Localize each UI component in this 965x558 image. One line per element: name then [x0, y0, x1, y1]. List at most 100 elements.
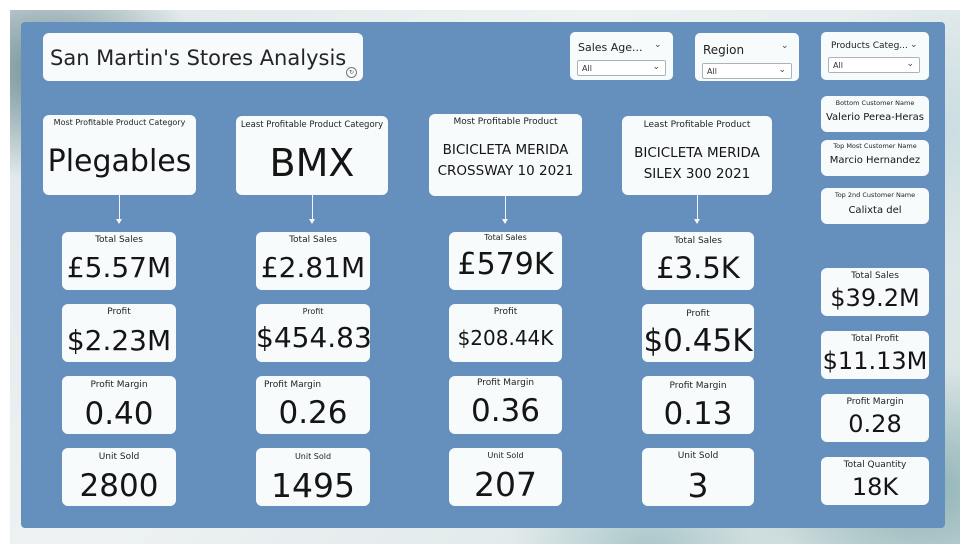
- refresh-info-icon[interactable]: ↻: [346, 67, 357, 78]
- card-label: Unit Sold: [294, 452, 332, 461]
- card-value-line1: BICICLETA MERIDA: [634, 145, 760, 161]
- card-value: 0.40: [84, 396, 154, 432]
- card-value: 3: [687, 466, 709, 505]
- card-label: Unit Sold: [677, 451, 719, 461]
- card-label: Total Sales: [289, 235, 337, 245]
- unit-sold-card: Unit Sold 207: [449, 448, 562, 506]
- card-label: Top 2nd Customer Name: [834, 191, 916, 199]
- card-value: 0.13: [663, 396, 733, 432]
- card-label: Total Sales: [95, 235, 143, 245]
- card-label: Total Profit: [851, 334, 899, 344]
- chevron-down-icon: ⌄: [906, 59, 914, 69]
- card-label: Profit: [493, 307, 518, 317]
- arrow-down-icon: [502, 219, 508, 224]
- total-sales-card: Total Sales £3.5K: [642, 232, 754, 290]
- slicer-title: Sales Age...: [578, 41, 643, 54]
- card-value: £3.5K: [656, 251, 740, 285]
- card-value-line2: SILEX 300 2021: [643, 166, 751, 182]
- total-sales-card: Total Sales £5.57M: [62, 232, 176, 290]
- total-sales-card: Total Sales £2.81M: [256, 232, 370, 290]
- slicer-value: All: [707, 67, 717, 76]
- profit-card: Profit $2.23M: [62, 304, 176, 362]
- overall-profit-margin-card: Profit Margin 0.28: [821, 394, 929, 442]
- card-value: 207: [474, 465, 537, 504]
- arrow-down-icon: [694, 219, 700, 224]
- profit-card: Profit $454.83: [256, 304, 372, 362]
- chevron-down-icon: ⌄: [778, 65, 786, 75]
- connector-line: [505, 196, 506, 221]
- card-label: Profit: [686, 309, 710, 319]
- slicer-value: All: [833, 61, 843, 70]
- card-label: Total Quantity: [843, 460, 907, 470]
- connector-line: [119, 195, 120, 221]
- card-value: Plegables: [47, 144, 192, 179]
- report-title-card: San Martin's Stores Analysis ↻: [43, 33, 363, 81]
- chevron-down-icon[interactable]: ⌄: [781, 41, 789, 51]
- connector-line: [312, 195, 313, 221]
- card-label: Most Profitable Product Category: [53, 118, 186, 127]
- card-label: Profit Margin: [264, 380, 322, 390]
- card-label: Profit: [302, 307, 324, 316]
- total-sales-card: Total Sales £579K: [449, 232, 562, 290]
- card-label: Profit: [107, 307, 131, 317]
- card-value: Calixta del: [848, 205, 902, 216]
- slicer-dropdown[interactable]: All ⌄: [828, 57, 920, 73]
- overall-total-quantity-card: Total Quantity 18K: [821, 457, 929, 505]
- connector-line: [697, 195, 698, 221]
- profit-margin-card: Profit Margin 0.40: [62, 376, 176, 434]
- card-label: Profit Margin: [476, 378, 535, 388]
- card-label: Unit Sold: [98, 452, 140, 462]
- card-value: Marcio Hernandez: [829, 155, 921, 166]
- top-customer-card: Top Most Customer Name Marcio Hernandez: [821, 140, 929, 176]
- card-label: Least Profitable Product: [643, 120, 751, 130]
- profit-margin-card: Profit Margin 0.13: [642, 376, 754, 434]
- card-label: Total Sales: [851, 271, 899, 281]
- card-label: Profit Margin: [846, 397, 904, 407]
- arrow-down-icon: [116, 219, 122, 224]
- card-label: Profit Margin: [90, 380, 148, 390]
- top-2nd-customer-card: Top 2nd Customer Name Calixta del: [821, 188, 929, 224]
- card-value: BMX: [269, 141, 355, 185]
- profit-card: Profit $0.45K: [642, 304, 754, 362]
- slicer-dropdown[interactable]: All ⌄: [702, 63, 792, 79]
- chevron-down-icon[interactable]: ⌄: [910, 40, 918, 50]
- card-value: £579K: [457, 247, 554, 282]
- card-value-line2: CROSSWAY 10 2021: [437, 163, 574, 179]
- most-profitable-category-card: Most Profitable Product Category Plegabl…: [43, 115, 196, 195]
- unit-sold-card: Unit Sold 1495: [256, 448, 370, 506]
- arrow-down-icon: [309, 219, 315, 224]
- slicer-dropdown[interactable]: All ⌄: [577, 60, 666, 76]
- card-label: Bottom Customer Name: [835, 99, 915, 107]
- card-value: $208.44K: [457, 326, 554, 350]
- overall-total-sales-card: Total Sales $39.2M: [821, 268, 929, 316]
- slicer-value: All: [582, 64, 592, 73]
- overall-total-profit-card: Total Profit $11.13M: [821, 331, 929, 379]
- least-profitable-product-card: Least Profitable Product BICICLETA MERID…: [622, 116, 772, 195]
- slicer-product-category[interactable]: Products Categ... ⌄ All ⌄: [821, 32, 929, 80]
- bottom-customer-card: Bottom Customer Name Valerio Perea-Heras: [821, 96, 929, 132]
- unit-sold-card: Unit Sold 3: [642, 448, 754, 506]
- card-value: 0.28: [848, 410, 902, 438]
- slicer-title: Region: [703, 43, 745, 57]
- card-value: 18K: [851, 473, 899, 501]
- card-value: £2.81M: [260, 251, 366, 284]
- chevron-down-icon[interactable]: ⌄: [654, 40, 662, 50]
- slicer-region[interactable]: Region ⌄ All ⌄: [695, 33, 799, 81]
- card-value: 2800: [79, 468, 159, 504]
- profit-margin-card: Profit Margin 0.36: [449, 376, 562, 434]
- card-value-line1: BICICLETA MERIDA: [442, 142, 569, 158]
- profit-margin-card: Profit Margin 0.26: [256, 376, 370, 434]
- unit-sold-card: Unit Sold 2800: [62, 448, 176, 506]
- profit-card: Profit $208.44K: [449, 304, 562, 362]
- card-value: 1495: [271, 466, 355, 505]
- card-label: Least Profitable Product Category: [240, 120, 384, 130]
- slicer-sales-age[interactable]: Sales Age... ⌄ All ⌄: [570, 32, 673, 80]
- card-label: Profit Margin: [669, 381, 727, 391]
- card-value: $454.83: [256, 321, 372, 354]
- card-value: Valerio Perea-Heras: [825, 112, 925, 123]
- card-label: Most Profitable Product: [453, 117, 558, 127]
- card-label: Total Sales: [674, 236, 722, 246]
- card-label: Total Sales: [484, 233, 527, 242]
- card-value: $11.13M: [822, 347, 928, 375]
- least-profitable-category-card: Least Profitable Product Category BMX: [236, 116, 388, 195]
